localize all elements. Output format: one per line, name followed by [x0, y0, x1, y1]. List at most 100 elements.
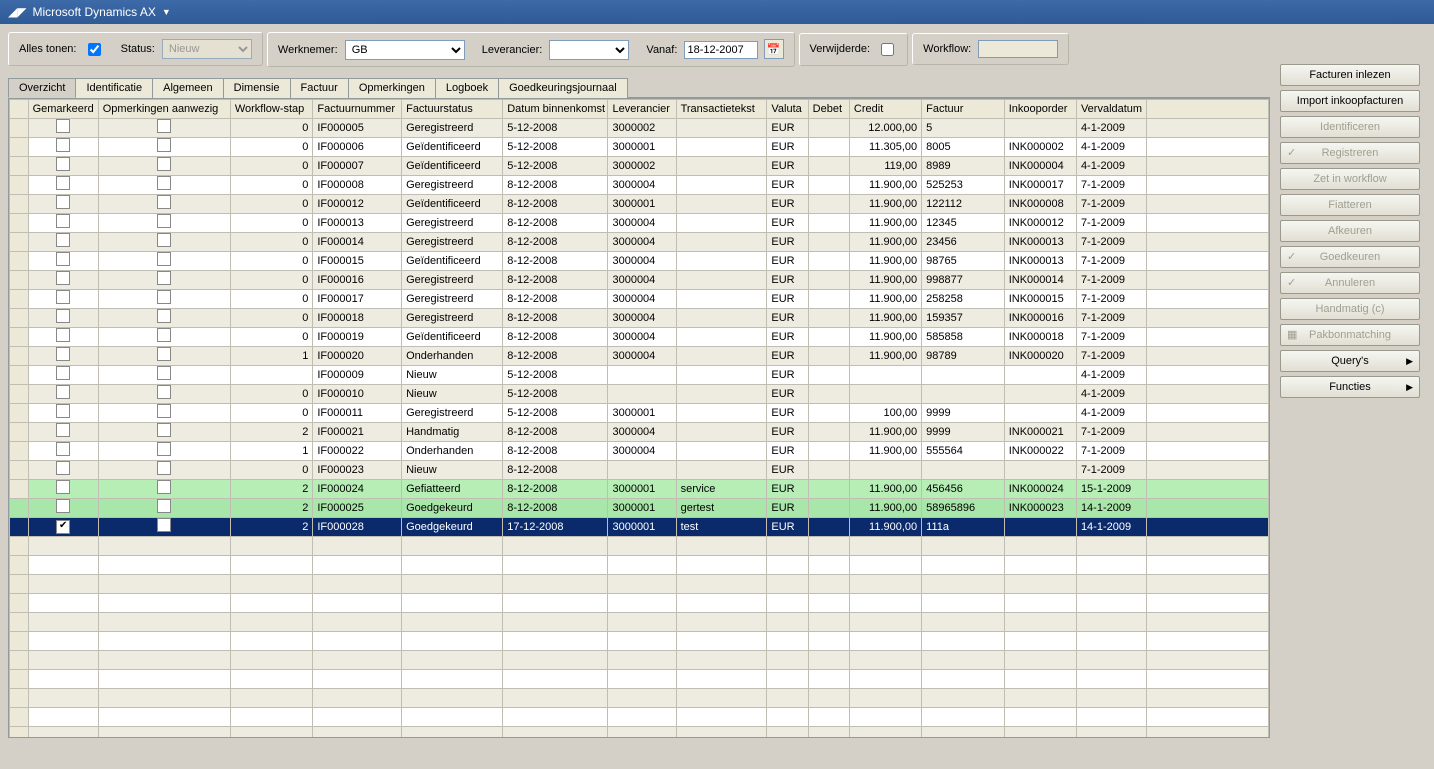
cell-ttekst[interactable]: [676, 156, 767, 175]
cell-factuur[interactable]: 456456: [922, 479, 1005, 498]
checkbox-icon[interactable]: [56, 157, 70, 171]
row-selector[interactable]: [10, 251, 29, 270]
checkbox-icon[interactable]: [157, 138, 171, 152]
cell-opm[interactable]: [98, 175, 230, 194]
cell-fnr[interactable]: IF000016: [313, 270, 402, 289]
cell-datum[interactable]: 5-12-2008: [503, 403, 608, 422]
col-header-factuur[interactable]: Factuur: [922, 99, 1005, 118]
cell-extra[interactable]: [1147, 327, 1269, 346]
cell-extra[interactable]: [1147, 403, 1269, 422]
cell-datum[interactable]: 5-12-2008: [503, 137, 608, 156]
app-menu-dropdown-icon[interactable]: ▼: [162, 7, 171, 17]
cell-credit[interactable]: 11.900,00: [849, 289, 921, 308]
table-row[interactable]: 0IF000011Geregistreerd5-12-20083000001EU…: [10, 403, 1269, 422]
cell-mark[interactable]: [28, 479, 98, 498]
cell-opm[interactable]: [98, 441, 230, 460]
cell-ttekst[interactable]: test: [676, 517, 767, 536]
cell-fstat[interactable]: Nieuw: [402, 460, 503, 479]
cell-verval[interactable]: 4-1-2009: [1076, 137, 1146, 156]
cell-ttekst[interactable]: [676, 213, 767, 232]
cell-lev[interactable]: 3000004: [608, 441, 676, 460]
tab-goedkeuringsjournaal[interactable]: Goedkeuringsjournaal: [498, 78, 628, 98]
col-header-lev[interactable]: Leverancier: [608, 99, 676, 118]
cell-wfstap[interactable]: 0: [230, 175, 313, 194]
cell-datum[interactable]: 8-12-2008: [503, 441, 608, 460]
cell-factuur[interactable]: 98789: [922, 346, 1005, 365]
cell-val[interactable]: EUR: [767, 479, 808, 498]
cell-fnr[interactable]: IF000017: [313, 289, 402, 308]
checkbox-icon[interactable]: [157, 461, 171, 475]
cell-debet[interactable]: [808, 327, 849, 346]
cell-extra[interactable]: [1147, 137, 1269, 156]
cell-fstat[interactable]: Nieuw: [402, 365, 503, 384]
action-identificeren[interactable]: Identificeren: [1280, 116, 1420, 138]
action-afkeuren[interactable]: Afkeuren: [1280, 220, 1420, 242]
col-header-credit[interactable]: Credit: [849, 99, 921, 118]
cell-extra[interactable]: [1147, 232, 1269, 251]
cell-credit[interactable]: [849, 384, 921, 403]
checkbox-icon[interactable]: [56, 423, 70, 437]
cell-datum[interactable]: 8-12-2008: [503, 175, 608, 194]
cell-ttekst[interactable]: gertest: [676, 498, 767, 517]
cell-fstat[interactable]: Geregistreerd: [402, 118, 503, 137]
checkbox-icon[interactable]: [56, 119, 70, 133]
cell-lev[interactable]: [608, 365, 676, 384]
cell-fstat[interactable]: Geregistreerd: [402, 232, 503, 251]
cell-ttekst[interactable]: [676, 175, 767, 194]
cell-extra[interactable]: [1147, 384, 1269, 403]
status-select[interactable]: Nieuw: [162, 39, 252, 59]
cell-debet[interactable]: [808, 403, 849, 422]
cell-extra[interactable]: [1147, 213, 1269, 232]
checkbox-icon[interactable]: [56, 271, 70, 285]
cell-verval[interactable]: 4-1-2009: [1076, 384, 1146, 403]
tab-factuur[interactable]: Factuur: [290, 78, 349, 98]
cell-wfstap[interactable]: 0: [230, 213, 313, 232]
cell-inkoop[interactable]: INK000015: [1004, 289, 1076, 308]
cell-verval[interactable]: 4-1-2009: [1076, 156, 1146, 175]
cell-ttekst[interactable]: [676, 365, 767, 384]
checkbox-icon[interactable]: [56, 214, 70, 228]
checkbox-icon[interactable]: [56, 309, 70, 323]
checkbox-icon[interactable]: [56, 499, 70, 513]
cell-debet[interactable]: [808, 308, 849, 327]
cell-datum[interactable]: 8-12-2008: [503, 498, 608, 517]
cell-verval[interactable]: 7-1-2009: [1076, 327, 1146, 346]
table-row[interactable]: 0IF000010Nieuw5-12-2008EUR4-1-2009: [10, 384, 1269, 403]
cell-factuur[interactable]: [922, 384, 1005, 403]
cell-lev[interactable]: [608, 384, 676, 403]
cell-val[interactable]: EUR: [767, 175, 808, 194]
cell-factuur[interactable]: 555564: [922, 441, 1005, 460]
cell-factuur[interactable]: 525253: [922, 175, 1005, 194]
checkbox-icon[interactable]: [56, 290, 70, 304]
cell-datum[interactable]: 5-12-2008: [503, 118, 608, 137]
cell-lev[interactable]: 3000001: [608, 403, 676, 422]
cell-fstat[interactable]: Geïdentificeerd: [402, 251, 503, 270]
table-row[interactable]: 0IF000023Nieuw8-12-2008EUR7-1-2009: [10, 460, 1269, 479]
row-selector[interactable]: [10, 213, 29, 232]
cell-extra[interactable]: [1147, 251, 1269, 270]
checkbox-icon[interactable]: [157, 271, 171, 285]
cell-inkoop[interactable]: INK000012: [1004, 213, 1076, 232]
cell-fstat[interactable]: Handmatig: [402, 422, 503, 441]
cell-verval[interactable]: 4-1-2009: [1076, 403, 1146, 422]
cell-inkoop[interactable]: INK000024: [1004, 479, 1076, 498]
cell-verval[interactable]: 7-1-2009: [1076, 289, 1146, 308]
checkbox-icon[interactable]: [157, 404, 171, 418]
row-selector[interactable]: [10, 365, 29, 384]
cell-val[interactable]: EUR: [767, 498, 808, 517]
table-row[interactable]: 0IF000018Geregistreerd8-12-20083000004EU…: [10, 308, 1269, 327]
cell-lev[interactable]: 3000004: [608, 213, 676, 232]
checkbox-icon[interactable]: [157, 347, 171, 361]
cell-mark[interactable]: [28, 118, 98, 137]
cell-val[interactable]: EUR: [767, 327, 808, 346]
cell-verval[interactable]: 7-1-2009: [1076, 422, 1146, 441]
checkbox-icon[interactable]: [157, 480, 171, 494]
cell-inkoop[interactable]: INK000021: [1004, 422, 1076, 441]
cell-verval[interactable]: 14-1-2009: [1076, 517, 1146, 536]
table-row[interactable]: ✔2IF000028Goedgekeurd17-12-20083000001te…: [10, 517, 1269, 536]
table-row[interactable]: 1IF000022Onderhanden8-12-20083000004EUR1…: [10, 441, 1269, 460]
table-row[interactable]: 0IF000008Geregistreerd8-12-20083000004EU…: [10, 175, 1269, 194]
cell-wfstap[interactable]: 0: [230, 327, 313, 346]
cell-credit[interactable]: 11.900,00: [849, 517, 921, 536]
cell-mark[interactable]: [28, 251, 98, 270]
